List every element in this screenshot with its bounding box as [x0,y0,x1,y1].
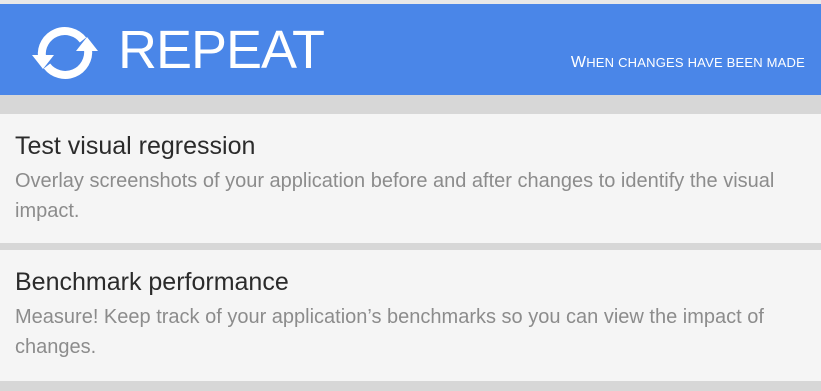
section-header: REPEAT When changes have been made [0,0,821,95]
list-item: Benchmark performance Measure! Keep trac… [0,250,821,381]
item-description: Overlay screenshots of your application … [15,170,775,222]
item-title: Test visual regression [15,132,256,160]
list-item: Test visual regression Overlay screensho… [0,114,821,243]
page-title: REPEAT [118,20,325,80]
item-title: Benchmark performance [15,268,289,296]
refresh-icon [32,27,98,79]
item-description: Measure! Keep track of your application’… [15,306,764,358]
section-subtitle: When changes have been made [570,54,805,71]
